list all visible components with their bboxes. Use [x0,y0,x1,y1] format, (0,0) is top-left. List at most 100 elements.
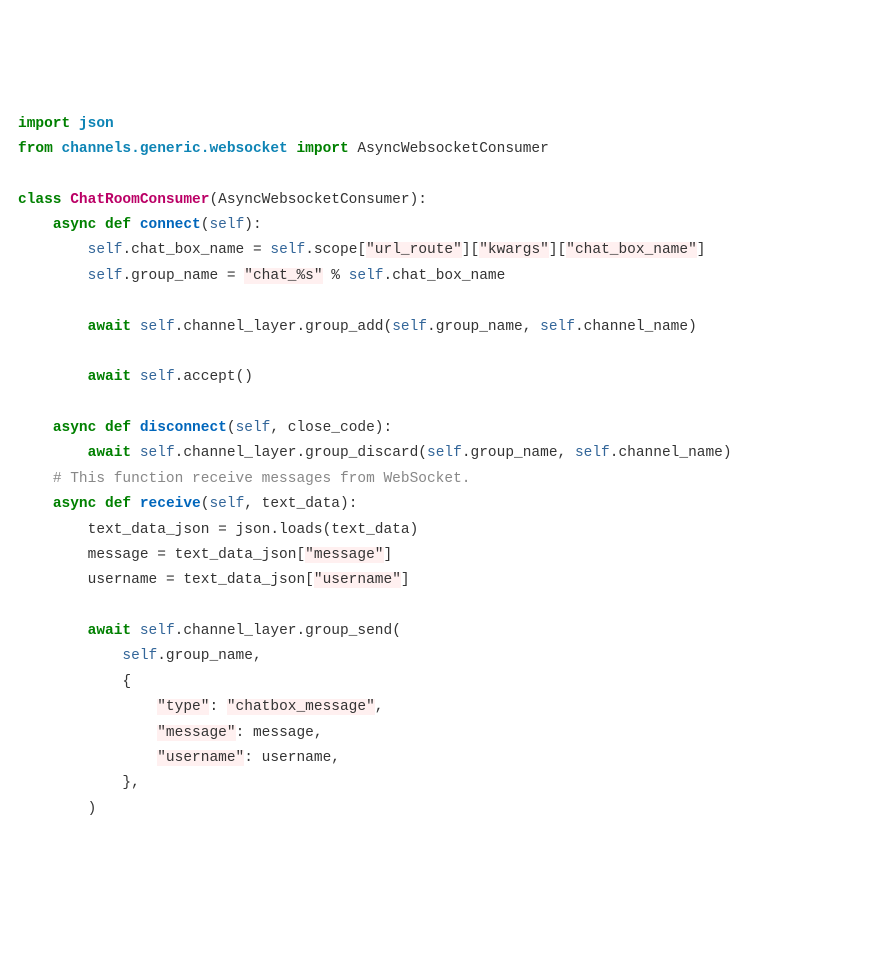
keyword-await: await [88,319,132,335]
code-text: { [122,674,131,690]
keyword-from: from [18,141,53,157]
code-text: , text_data): [244,496,357,512]
self-ref: self [349,268,384,284]
code-text: , [375,699,384,715]
code-line: "message": message, [18,725,323,741]
keyword-async: async [53,217,97,233]
function-name: receive [140,496,201,512]
code-line: await self.channel_layer.group_add(self.… [18,319,697,335]
self-ref: self [88,242,123,258]
code-line: await self.channel_layer.group_send( [18,623,401,639]
string-literal: "message" [157,725,235,741]
keyword-await: await [88,623,132,639]
code-text: .group_name = [122,268,244,284]
code-text: .channel_layer.group_send( [175,623,401,639]
module-name: channels.generic.websocket [62,141,288,157]
code-line: await self.accept() [18,369,253,385]
code-text: % [323,268,349,284]
code-line: await self.channel_layer.group_discard(s… [18,445,732,461]
keyword-def: def [105,217,131,233]
code-line: from channels.generic.websocket import A… [18,141,549,157]
code-line: username = text_data_json["username"] [18,572,410,588]
code-line: self.chat_box_name = self.scope["url_rou… [18,242,706,258]
keyword-import: import [296,141,348,157]
code-line: self.group_name = "chat_%s" % self.chat_… [18,268,505,284]
self-ref: self [236,420,271,436]
code-line: self.group_name, [18,648,262,664]
code-line: async def disconnect(self, close_code): [18,420,392,436]
keyword-class: class [18,192,62,208]
keyword-async: async [53,420,97,436]
self-ref: self [270,242,305,258]
code-text: .group_name, [157,648,261,664]
function-name: disconnect [140,420,227,436]
class-name: ChatRoomConsumer [70,192,209,208]
module-name: json [79,116,114,132]
self-ref: self [140,623,175,639]
code-line: { [18,674,131,690]
code-line: "username": username, [18,750,340,766]
code-line: message = text_data_json["message"] [18,547,392,563]
code-line: class ChatRoomConsumer(AsyncWebsocketCon… [18,192,427,208]
keyword-async: async [53,496,97,512]
self-ref: self [392,319,427,335]
code-text: .channel_name) [575,319,697,335]
code-line: "type": "chatbox_message", [18,699,384,715]
code-text: (AsyncWebsocketConsumer): [209,192,427,208]
code-text: text_data_json = json.loads(text_data) [88,522,419,538]
code-text: .channel_layer.group_add( [175,319,393,335]
code-text: ] [401,572,410,588]
code-text: .accept() [175,369,253,385]
code-text: ): [244,217,261,233]
self-ref: self [209,496,244,512]
code-text: ( [227,420,236,436]
string-literal: "username" [314,572,401,588]
self-ref: self [140,319,175,335]
code-text: ][ [462,242,479,258]
code-text: .chat_box_name [384,268,506,284]
code-text: message = text_data_json[ [88,547,306,563]
self-ref: self [140,369,175,385]
self-ref: self [575,445,610,461]
code-text: ) [88,801,97,817]
code-text: : [209,699,226,715]
code-text: username = text_data_json[ [88,572,314,588]
code-text: , close_code): [270,420,392,436]
code-text: .channel_name) [610,445,732,461]
string-literal: "username" [157,750,244,766]
code-line: text_data_json = json.loads(text_data) [18,522,418,538]
code-text: .channel_layer.group_discard( [175,445,427,461]
string-literal: "type" [157,699,209,715]
code-text: : message, [236,725,323,741]
code-line: async def connect(self): [18,217,262,233]
code-text: ] [697,242,706,258]
code-text: .chat_box_name = [122,242,270,258]
keyword-def: def [105,496,131,512]
self-ref: self [88,268,123,284]
code-text: ] [384,547,393,563]
code-text: }, [122,775,139,791]
string-literal: "chat_%s" [244,268,322,284]
self-ref: self [540,319,575,335]
keyword-await: await [88,445,132,461]
keyword-def: def [105,420,131,436]
code-line: # This function receive messages from We… [18,471,470,487]
code-line: ) [18,801,96,817]
code-text: .scope[ [305,242,366,258]
function-name: connect [140,217,201,233]
code-line: }, [18,775,140,791]
self-ref: self [427,445,462,461]
code-text: : username, [244,750,340,766]
code-block: import json from channels.generic.websoc… [18,112,860,823]
code-line: async def receive(self, text_data): [18,496,357,512]
string-literal: "message" [305,547,383,563]
string-literal: "url_route" [366,242,462,258]
imported-name: AsyncWebsocketConsumer [357,141,548,157]
string-literal: "chatbox_message" [227,699,375,715]
comment: # This function receive messages from We… [53,471,471,487]
self-ref: self [209,217,244,233]
keyword-await: await [88,369,132,385]
self-ref: self [140,445,175,461]
string-literal: "chat_box_name" [566,242,697,258]
code-text: ][ [549,242,566,258]
